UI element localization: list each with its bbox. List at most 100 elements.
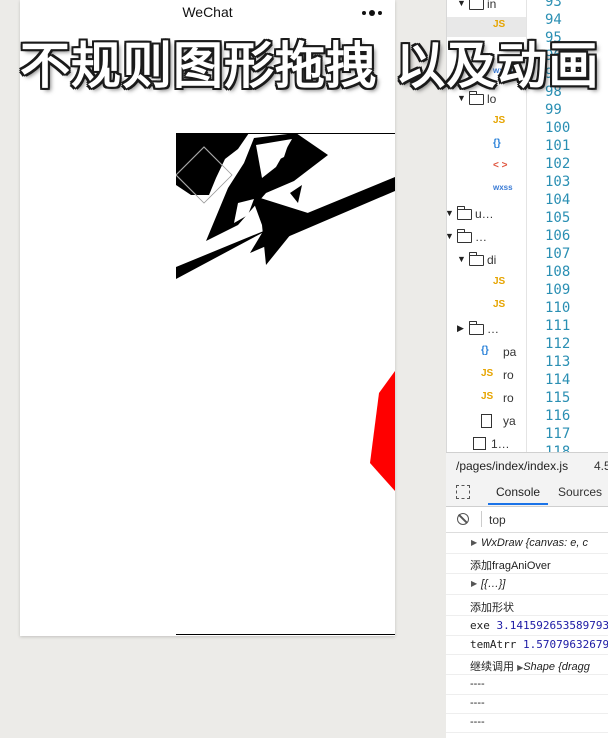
console-toolbar	[446, 507, 608, 533]
console-line-text: temAtrr 1.570796326797	[470, 638, 608, 651]
red-hexagon-shape[interactable]	[370, 371, 395, 491]
console-line-text: ----	[470, 716, 485, 728]
js-file-icon: JS	[493, 299, 506, 310]
console-number-value: 3.141592653589793	[496, 619, 608, 632]
tab-console[interactable]: Console	[496, 485, 540, 499]
file-icon	[481, 414, 492, 428]
canvas-shapes[interactable]	[176, 133, 395, 636]
console-line-text: WxDraw {canvas: e, c	[481, 537, 588, 549]
json-file-icon: {}	[481, 345, 489, 356]
chevron-down-icon[interactable]: ▼	[447, 231, 454, 241]
toolbar-divider	[481, 511, 482, 527]
console-line: ----	[446, 674, 608, 695]
inspect-element-icon[interactable]	[456, 485, 470, 499]
folder-icon	[468, 252, 484, 266]
expand-triangle-icon[interactable]: ▶	[471, 579, 477, 588]
file-tree-label: …	[475, 230, 487, 244]
chevron-right-icon[interactable]: ▶	[457, 323, 464, 334]
file-tree-item[interactable]: ▼ u…	[447, 205, 527, 225]
file-tree-item[interactable]: JS ro	[447, 366, 527, 386]
file-tree-item[interactable]: JS ro	[447, 389, 527, 409]
drawing-canvas[interactable]	[176, 133, 395, 636]
chevron-down-icon[interactable]: ▼	[457, 0, 466, 8]
file-tree-item[interactable]: < >	[447, 158, 527, 178]
file-tree-item[interactable]: ▼ di	[447, 251, 527, 271]
file-tree-item[interactable]: JS	[447, 113, 527, 133]
js-file-icon: JS	[481, 391, 494, 402]
file-size: 4.5	[594, 459, 608, 473]
line-number: 106	[545, 228, 571, 244]
file-tree-item[interactable]: ▼ in	[447, 0, 527, 15]
file-tree-item[interactable]: JS	[447, 297, 527, 317]
line-number: 110	[545, 300, 571, 316]
console-line: exe 3.141592653589793	[446, 615, 608, 636]
expand-triangle-icon[interactable]: ▶	[471, 538, 477, 547]
file-tree-label: pa	[503, 345, 517, 359]
line-number: 111	[545, 318, 571, 334]
line-number: 112	[545, 336, 571, 352]
line-number: 118	[545, 444, 571, 452]
console-line: temAtrr 1.570796326797	[446, 634, 608, 655]
file-tree-label: 1…	[491, 437, 510, 451]
console-line[interactable]: 继续调用 ▶Shape {dragg	[446, 654, 608, 675]
wechat-nav-bar: WeChat	[20, 0, 395, 24]
file-tree-label: …	[487, 322, 499, 336]
video-caption-overlay: 不规则图形拖拽 以及动画	[20, 37, 600, 95]
console-line-text: exe 3.141592653589793	[470, 619, 608, 632]
file-tree-label: ya	[503, 414, 516, 428]
file-tree-item[interactable]: {} pa	[447, 343, 527, 363]
line-number: 117	[545, 426, 571, 442]
line-number: 109	[545, 282, 571, 298]
line-number: 107	[545, 246, 571, 262]
more-dots-icon[interactable]	[362, 10, 384, 16]
file-tree-item[interactable]: JS	[447, 274, 527, 294]
js-file-icon: JS	[481, 368, 494, 379]
chevron-down-icon[interactable]: ▼	[447, 208, 454, 218]
console-line[interactable]: ▶ [{…}]	[446, 574, 608, 595]
file-tree-label: di	[487, 253, 497, 267]
file-tree-item[interactable]: ya	[447, 412, 527, 432]
console-label: exe	[470, 619, 497, 632]
console-object-value[interactable]: Shape {dragg	[523, 661, 590, 673]
file-tree-item[interactable]: ▼…	[447, 228, 527, 248]
console-line-text: [{…}]	[481, 578, 506, 590]
line-number: 104	[545, 192, 571, 208]
line-number: 99	[545, 102, 562, 118]
wxss-file-icon: wxss	[493, 183, 513, 192]
line-number: 93	[545, 0, 562, 10]
file-tree-label: ro	[503, 391, 514, 405]
file-tree-item[interactable]: {}	[447, 136, 527, 156]
line-number: 115	[545, 390, 571, 406]
file-tree-label: u…	[475, 207, 494, 221]
folder-icon	[469, 0, 484, 10]
json-file-icon: {}	[493, 138, 501, 149]
console-line-text: 添加fragAniOver	[470, 560, 551, 572]
console-line: 添加fragAniOver	[446, 553, 608, 574]
line-number: 114	[545, 372, 571, 388]
line-number: 103	[545, 174, 571, 190]
chevron-down-icon[interactable]: ▼	[457, 254, 466, 264]
console-line-text: ----	[470, 697, 485, 709]
line-number: 100	[545, 120, 571, 136]
black-small-wedge[interactable]	[290, 185, 302, 203]
editor-status-bar: /pages/index/index.js 4.5	[446, 452, 608, 480]
console-number-value: 1.570796326797	[522, 638, 608, 651]
folder-icon	[456, 229, 472, 243]
js-file-icon: JS	[493, 115, 506, 126]
nav-title: WeChat	[182, 4, 233, 20]
clear-console-icon[interactable]	[457, 513, 469, 525]
console-line-text: 继续调用 ▶Shape {dragg	[470, 658, 590, 674]
file-tree-item[interactable]: wxss	[447, 181, 527, 201]
folder-icon	[468, 321, 484, 335]
file-tree-item[interactable]: ▶…	[447, 320, 527, 340]
file-tree-item[interactable]: 1…	[447, 435, 527, 452]
tab-sources[interactable]: Sources	[558, 485, 602, 499]
context-selector[interactable]: top	[489, 513, 506, 527]
line-number: 108	[545, 264, 571, 280]
html-file-icon: < >	[493, 160, 508, 171]
console-line-text: 添加形状	[470, 602, 514, 614]
current-file-path[interactable]: /pages/index/index.js	[456, 459, 568, 473]
console-line[interactable]: ▶ WxDraw {canvas: e, c	[446, 533, 608, 554]
active-tab-indicator	[488, 503, 548, 505]
line-number: 102	[545, 156, 571, 172]
